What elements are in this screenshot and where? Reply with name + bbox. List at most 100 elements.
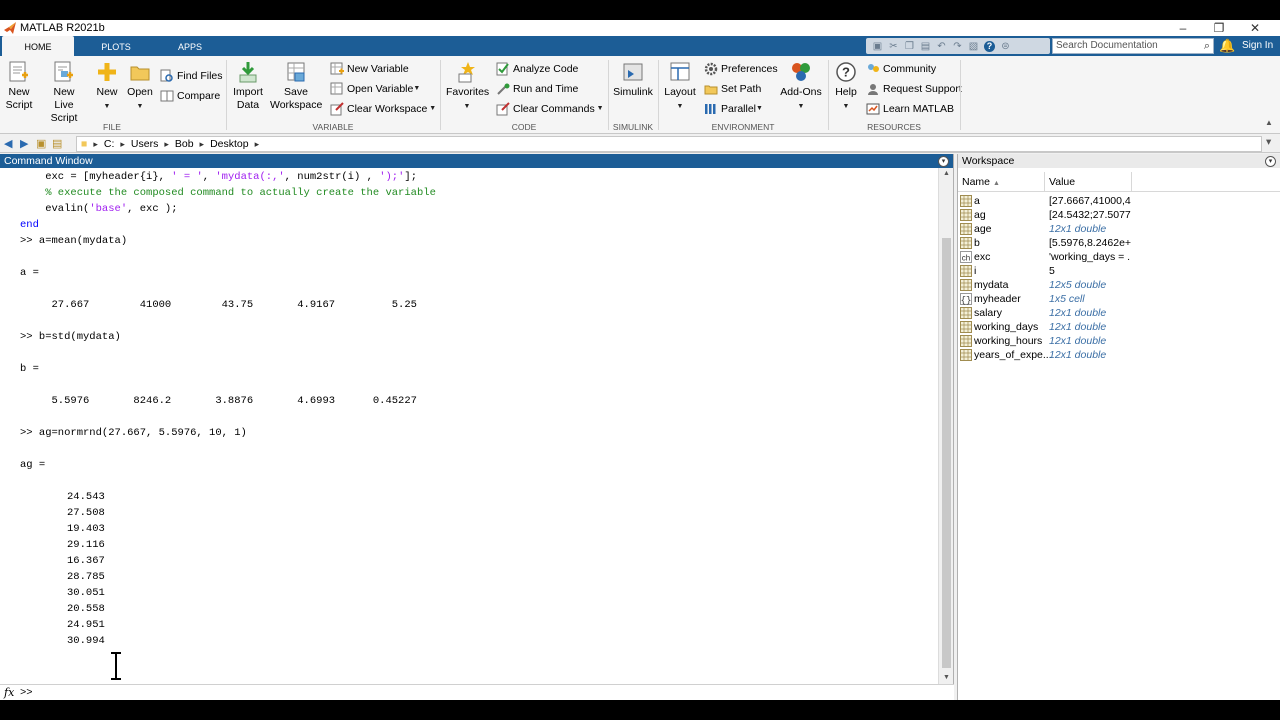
command-window-menu-icon[interactable]: ▾ — [938, 156, 949, 167]
command-window-output[interactable]: exc = [myheader{i}, ' = ', 'mydata(:,', … — [0, 168, 938, 680]
close-icon[interactable]: ✕ — [1238, 20, 1272, 36]
path-segment[interactable]: Desktop — [210, 138, 249, 150]
workspace-variable-value: 1x5 cell — [1049, 293, 1085, 305]
clear-commands-dropdown-icon[interactable]: ▼ — [595, 101, 604, 117]
new-variable-button[interactable]: New Variable — [330, 61, 409, 77]
new-script-button[interactable]: New Script — [4, 60, 34, 112]
workspace-row[interactable]: working_hours 12x1 double — [958, 334, 1280, 348]
open-variable-button[interactable]: Open Variable ▼ — [330, 81, 420, 97]
current-folder-path[interactable]: ■ ▸ C: ▸ Users ▸ Bob ▸ Desktop ▸ — [76, 136, 1262, 152]
analyze-code-button[interactable]: Analyze Code — [496, 61, 578, 77]
matrix-icon — [960, 307, 972, 319]
compare-button[interactable]: Compare — [160, 88, 220, 104]
community-button[interactable]: Community — [866, 61, 936, 77]
workspace-row[interactable]: ag [24.5432;27.5077;... — [958, 208, 1280, 222]
output-value: 19.403 — [67, 523, 105, 535]
browse-folder-icon[interactable]: ▤ — [52, 138, 64, 150]
new-dropdown-icon[interactable]: ▼ — [104, 103, 111, 110]
notification-bell-icon[interactable]: 🔔 — [1219, 38, 1235, 54]
workspace-row[interactable]: {} myheader 1x5 cell — [958, 292, 1280, 306]
parallel-button[interactable]: Parallel ▼ — [704, 101, 763, 117]
parallel-dropdown-icon[interactable]: ▼ — [756, 101, 763, 117]
scroll-up-icon[interactable]: ▲ — [939, 168, 954, 180]
collapse-ribbon-icon[interactable]: ▲ — [1265, 118, 1273, 127]
save-workspace-label-2: Workspace — [270, 99, 323, 111]
workspace-menu-icon[interactable]: ▾ — [1265, 156, 1276, 167]
clear-commands-button[interactable]: Clear Commands ▼ — [496, 101, 604, 117]
minimize-icon[interactable]: – — [1166, 20, 1200, 36]
layout-button[interactable]: Layout ▼ — [662, 60, 698, 113]
new-live-script-button[interactable]: New Live Script — [40, 60, 88, 125]
command-prompt[interactable]: >> — [20, 685, 33, 700]
path-segment[interactable]: C: — [104, 138, 115, 150]
cut-icon[interactable]: ✂ — [888, 41, 899, 52]
command-prompt-row[interactable]: fx >> — [0, 684, 954, 700]
up-folder-icon[interactable]: ▣ — [36, 138, 48, 150]
favorites-dropdown-icon[interactable]: ▼ — [464, 103, 471, 110]
workspace-row[interactable]: years_of_expe... 12x1 double — [958, 348, 1280, 362]
run-and-time-button[interactable]: Run and Time — [496, 81, 578, 97]
workspace-row[interactable]: ch exc 'working_days = ... — [958, 250, 1280, 264]
favorites-button[interactable]: Favorites ▼ — [446, 60, 489, 113]
preferences-button[interactable]: Preferences — [704, 61, 778, 77]
help-button[interactable]: ? Help ▼ — [832, 60, 860, 113]
matrix-icon — [960, 349, 972, 361]
workspace-row[interactable]: age 12x1 double — [958, 222, 1280, 236]
column-header-value[interactable]: Value — [1045, 172, 1132, 192]
tab-plots[interactable]: PLOTS — [80, 36, 152, 56]
workspace-panel[interactable]: Workspace ▾ Name ▲ Value a [27.6667,41000… — [957, 154, 1280, 700]
function-browser-icon[interactable]: fx — [4, 685, 14, 700]
scrollbar-thumb[interactable] — [942, 238, 951, 668]
svg-text:?: ? — [842, 65, 850, 80]
path-dropdown-icon[interactable]: ▾ — [1266, 136, 1271, 148]
forward-arrow-icon[interactable]: ▶ — [20, 138, 32, 150]
add-ons-dropdown-icon[interactable]: ▼ — [798, 103, 805, 110]
open-variable-dropdown-icon[interactable]: ▼ — [413, 81, 420, 97]
scroll-down-icon[interactable]: ▼ — [939, 672, 954, 684]
workspace-row[interactable]: b [5.5976,8.2462e+... — [958, 236, 1280, 250]
back-arrow-icon[interactable]: ◀ — [4, 138, 16, 150]
simulink-button[interactable]: Simulink — [612, 60, 654, 99]
add-ons-button[interactable]: Add-Ons ▼ — [778, 60, 824, 113]
tab-home[interactable]: HOME — [2, 36, 74, 56]
workspace-row[interactable]: working_days 12x1 double — [958, 320, 1280, 334]
workspace-row[interactable]: i5 — [958, 264, 1280, 278]
redo-icon[interactable]: ↷ — [952, 41, 963, 52]
workspace-row[interactable]: a [27.6667,41000,4... — [958, 194, 1280, 208]
request-support-button[interactable]: Request Support — [866, 81, 962, 97]
clear-workspace-dropdown-icon[interactable]: ▼ — [427, 101, 436, 117]
gear-icon — [704, 62, 718, 76]
save-icon[interactable]: ▣ — [872, 41, 883, 52]
column-header-name[interactable]: Name ▲ — [958, 172, 1045, 192]
learn-matlab-button[interactable]: Learn MATLAB — [866, 101, 954, 117]
set-path-button[interactable]: Set Path — [704, 81, 761, 97]
copy-icon[interactable]: ❐ — [904, 41, 915, 52]
undo-icon[interactable]: ↶ — [936, 41, 947, 52]
help-dropdown-icon[interactable]: ▼ — [843, 103, 850, 110]
layout-dropdown-icon[interactable]: ▼ — [677, 103, 684, 110]
new-button[interactable]: New ▼ — [94, 60, 120, 113]
switch-windows-icon[interactable]: ▧ — [968, 41, 979, 52]
restore-icon[interactable]: ❐ — [1202, 20, 1236, 36]
workspace-row[interactable]: salary 12x1 double — [958, 306, 1280, 320]
command-window[interactable]: Command Window ▾ exc = [myheader{i}, ' =… — [0, 154, 954, 700]
import-data-button[interactable]: Import Data — [230, 60, 266, 112]
search-documentation-input[interactable]: Search Documentation ⌕ — [1052, 38, 1214, 54]
path-segment[interactable]: Users — [131, 138, 158, 150]
save-workspace-button[interactable]: Save Workspace — [270, 60, 322, 112]
find-files-button[interactable]: Find Files — [160, 68, 223, 84]
customize-icon[interactable]: ⊜ — [1000, 41, 1011, 52]
command-window-scrollbar[interactable]: ▲ ▼ — [938, 168, 953, 684]
output-line: 5.5976 8246.2 3.8876 4.6993 0.45227 — [20, 395, 417, 407]
clear-workspace-button[interactable]: Clear Workspace ▼ — [330, 101, 436, 117]
workspace-row[interactable]: mydata 12x5 double — [958, 278, 1280, 292]
output-value: 29.116 — [67, 539, 105, 551]
open-button[interactable]: Open ▼ — [126, 60, 154, 113]
search-icon[interactable]: ⌕ — [1204, 39, 1210, 53]
tab-apps[interactable]: APPS — [154, 36, 226, 56]
open-dropdown-icon[interactable]: ▼ — [137, 103, 144, 110]
paste-icon[interactable]: ▤ — [920, 41, 931, 52]
path-segment[interactable]: Bob — [175, 138, 194, 150]
help-icon[interactable]: ? — [984, 40, 995, 52]
sign-in-link[interactable]: Sign In — [1242, 40, 1273, 51]
